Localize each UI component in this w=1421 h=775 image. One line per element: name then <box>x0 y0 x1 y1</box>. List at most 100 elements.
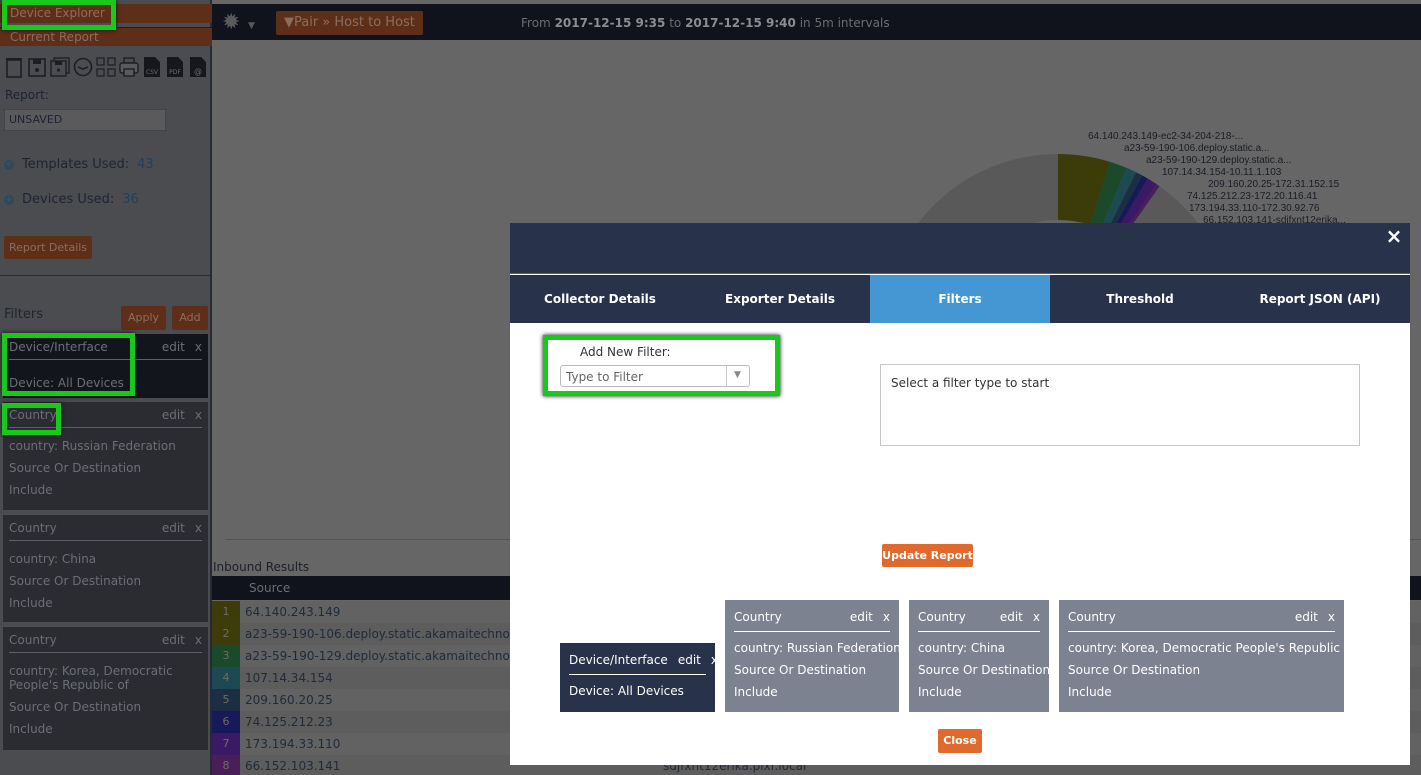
chevron-down-icon[interactable]: ▼ <box>734 370 741 380</box>
filter-line: Source Or Destination <box>918 663 1051 677</box>
row-number: 5 <box>212 689 240 711</box>
donut-label: 74.125.212.23-172.20.116.41 <box>1187 191 1318 202</box>
filter-type: Country <box>9 633 57 647</box>
templates-used-count: 43 <box>137 157 154 172</box>
donut-label: 173.194.33.110-172.30.92.76 <box>1189 203 1320 214</box>
filter-line: Source Or Destination <box>9 461 142 475</box>
filter-edit-link[interactable]: edit <box>162 633 185 647</box>
filter-remove-link[interactable]: x <box>195 340 202 354</box>
modal-filter-card: Device/Interface edit x Device: All Device… <box>560 643 718 712</box>
filter-remove-link[interactable]: x <box>711 653 718 667</box>
trash-icon[interactable] <box>4 56 24 78</box>
grid-icon[interactable] <box>96 56 116 78</box>
report-details-button[interactable]: Report Details <box>4 236 92 259</box>
source-column-header[interactable]: Source <box>249 581 290 595</box>
filter-line: Source Or Destination <box>9 700 142 714</box>
pdf-icon[interactable]: PDF <box>165 56 185 78</box>
filter-remove-link[interactable]: x <box>195 408 202 422</box>
filter-line: Include <box>9 722 53 736</box>
filter-type: Country <box>9 408 57 422</box>
sidebar-filter-card: Device/Interface edit x Device: All Device… <box>3 334 208 398</box>
filter-remove-link[interactable]: x <box>883 610 890 624</box>
apply-filters-button[interactable]: Apply <box>121 306 166 330</box>
filter-edit-link[interactable]: edit <box>1000 610 1023 624</box>
filter-line: country: Korea, Democratic People's Repu… <box>9 664 173 692</box>
tab-filters[interactable]: Filters <box>870 275 1050 323</box>
gear-icon[interactable]: ✹ <box>222 10 240 35</box>
devices-used-count: 36 <box>122 192 139 207</box>
filter-remove-link[interactable]: x <box>195 521 202 535</box>
close-button[interactable]: Close <box>938 729 982 753</box>
modal-header: × <box>510 223 1410 274</box>
expand-plus-icon[interactable]: + <box>4 159 14 170</box>
row-source: 66.152.103.141 <box>245 759 341 773</box>
tab-threshold[interactable]: Threshold <box>1050 275 1230 323</box>
row-number: 7 <box>212 733 240 755</box>
clock-icon[interactable] <box>73 56 93 78</box>
filter-line: Source Or Destination <box>734 663 867 677</box>
row-source: a23-59-190-129.deploy.static.akamaitechn… <box>245 649 541 663</box>
filter-line: country: Korea, Democratic People's Repu… <box>1068 641 1356 655</box>
filter-remove-link[interactable]: x <box>1033 610 1040 624</box>
filter-line: Source Or Destination <box>1068 663 1201 677</box>
filter-type: Country <box>1068 610 1116 624</box>
close-icon[interactable]: × <box>1384 226 1404 246</box>
filter-type-placeholder: Type to Filter <box>566 370 643 384</box>
filter-edit-link[interactable]: edit <box>678 653 701 667</box>
filter-edit-link[interactable]: edit <box>162 521 185 535</box>
top-bar: ✹ ▼ ▼Pair » Host to Host From 2017-12-15… <box>212 4 1421 40</box>
nav-device-explorer[interactable]: Device Explorer <box>0 4 212 23</box>
filter-line: Include <box>918 685 962 699</box>
expand-plus-icon[interactable]: + <box>4 194 14 205</box>
range-from: 2017-12-15 9:35 <box>554 16 666 30</box>
row-number: 1 <box>212 601 240 623</box>
filter-type: Country <box>734 610 782 624</box>
filter-edit-link[interactable]: edit <box>1295 610 1318 624</box>
filter-line: Include <box>1068 685 1112 699</box>
tab-exporter-details[interactable]: Exporter Details <box>690 275 870 323</box>
save-as-icon[interactable] <box>50 56 70 78</box>
report-settings-modal: × Collector Details Exporter Details Fil… <box>510 223 1410 765</box>
filter-type-select[interactable]: Type to Filter ▼ <box>560 365 750 387</box>
row-number: 8 <box>212 755 240 775</box>
devices-used[interactable]: + Devices Used: 36 <box>4 192 139 207</box>
donut-label: a23-59-190-106.deploy.static.a... <box>1124 143 1269 154</box>
row-source: 173.194.33.110 <box>245 737 341 751</box>
csv-icon[interactable]: CSV <box>142 56 162 78</box>
sidebar-filter-card: Country edit x country: Korea, Democratic … <box>3 627 208 750</box>
row-source: 209.160.20.25 <box>245 693 333 707</box>
filter-type: Device/Interface <box>9 340 108 354</box>
templates-used[interactable]: + Templates Used: 43 <box>4 157 154 172</box>
filter-line: Include <box>734 685 778 699</box>
save-icon[interactable] <box>27 56 47 78</box>
svg-text:@: @ <box>194 67 202 76</box>
nav-current-report[interactable]: Current Report <box>0 27 212 46</box>
add-filter-button[interactable]: Add <box>172 306 208 330</box>
row-source: a23-59-190-106.deploy.static.akamaitechn… <box>245 627 541 641</box>
tab-collector-details[interactable]: Collector Details <box>510 275 690 323</box>
print-icon[interactable] <box>119 56 139 78</box>
add-new-filter-label: Add New Filter: <box>580 345 671 359</box>
filter-edit-link[interactable]: edit <box>162 408 185 422</box>
svg-text:PDF: PDF <box>169 69 181 76</box>
filter-edit-link[interactable]: edit <box>850 610 873 624</box>
filter-edit-link[interactable]: edit <box>162 340 185 354</box>
range-from-prefix: From <box>521 16 551 30</box>
report-name-input[interactable]: UNSAVED <box>4 109 166 131</box>
chevron-down-icon[interactable]: ▼ <box>248 21 255 31</box>
filter-line: country: China <box>918 641 1006 655</box>
pair-host-to-host-button[interactable]: ▼Pair » Host to Host <box>276 11 423 35</box>
modal-filter-card: Country edit x country: Russian Federation… <box>725 600 901 712</box>
sidebar-filter-card: Country edit x country: China Source Or De… <box>3 515 208 622</box>
update-report-button[interactable]: Update Report <box>882 544 973 567</box>
email-icon[interactable]: @ <box>188 56 208 78</box>
templates-used-label: Templates Used: <box>22 157 130 172</box>
svg-text:CSV: CSV <box>146 69 159 76</box>
range-suffix: in 5m intervals <box>799 16 890 30</box>
filter-remove-link[interactable]: x <box>195 633 202 647</box>
filter-line: country: Russian Federation <box>9 439 176 453</box>
sidebar: Device Explorer Current Report CSV PDF @ <box>0 0 212 775</box>
donut-label: 64.140.243.149-ec2-34-204-218-... <box>1088 131 1243 142</box>
tab-report-json[interactable]: Report JSON (API) <box>1230 275 1410 323</box>
filter-remove-link[interactable]: x <box>1328 610 1335 624</box>
